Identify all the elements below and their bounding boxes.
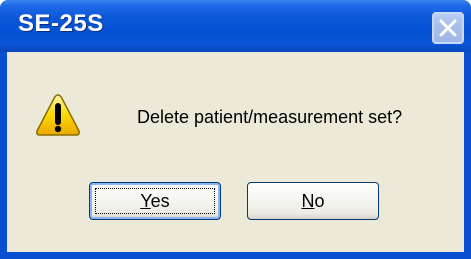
yes-label-rest: es xyxy=(150,191,170,211)
warning-icon xyxy=(36,94,80,136)
dialog-message: Delete patient/measurement set? xyxy=(137,107,403,127)
dialog-body: Delete patient/measurement set? Yes No xyxy=(7,52,464,252)
yes-mnemonic: Y xyxy=(140,191,151,211)
window-title: SE-25S xyxy=(18,10,104,37)
message-dialog: SE-25S Delete patient/measurement set? Y… xyxy=(0,0,471,259)
yes-button-label: Yes xyxy=(140,191,169,211)
close-icon xyxy=(439,19,457,37)
no-button[interactable]: No xyxy=(247,182,379,220)
close-button[interactable] xyxy=(432,12,464,44)
no-mnemonic: N xyxy=(301,191,315,211)
no-label-rest: o xyxy=(314,191,325,211)
yes-button[interactable]: Yes xyxy=(89,182,221,220)
no-button-label: No xyxy=(301,191,324,211)
title-bar[interactable]: SE-25S xyxy=(0,0,471,52)
